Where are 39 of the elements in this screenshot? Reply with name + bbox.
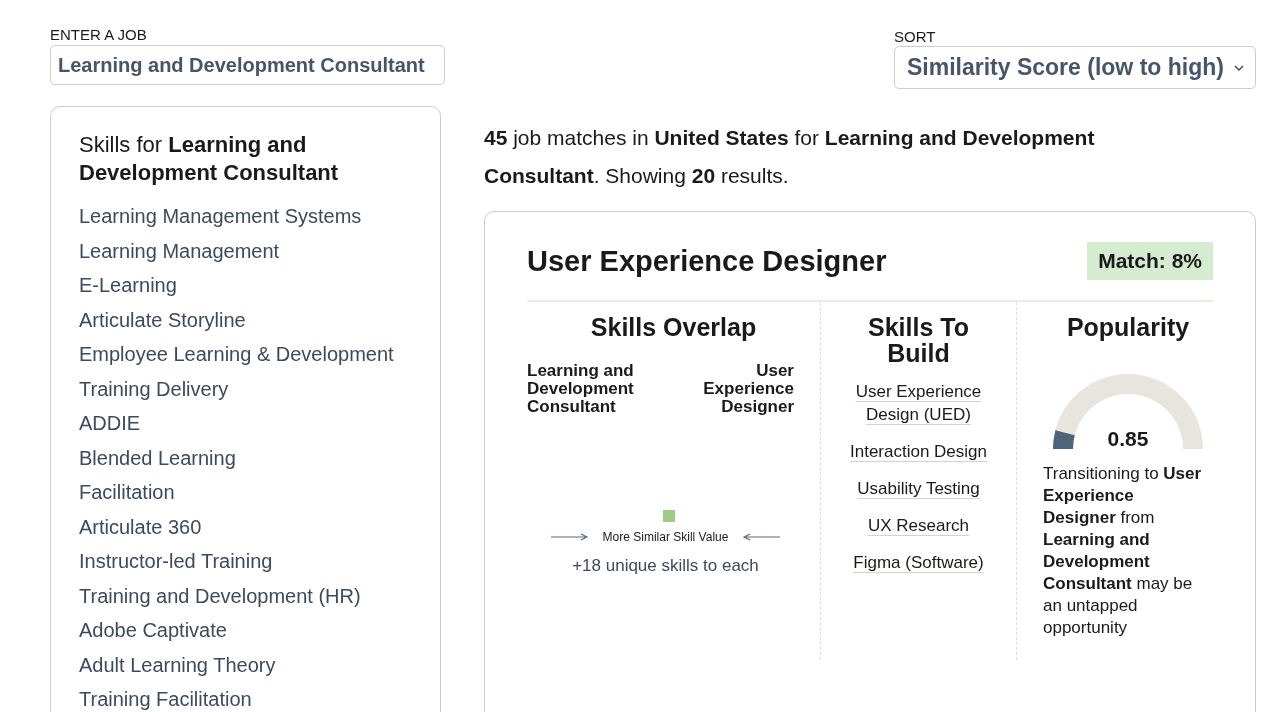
source-job-label: Learning and Development Consultant — [527, 362, 635, 416]
job-title: User Experience Designer — [527, 244, 887, 278]
skill-item: Training and Development (HR) — [79, 583, 362, 609]
sort-dropdown[interactable]: Similarity Score (low to high) — [894, 46, 1256, 89]
skills-panel-title: Skills for Learning and Development Consultant — [79, 131, 340, 187]
skills-overlap-heading: Skills Overlap — [589, 314, 758, 340]
skills-to-build-heading: Skills To Build — [867, 314, 970, 366]
target-job-label: User Experience Designer — [702, 362, 794, 416]
skill-item: Employee Learning & Development — [79, 342, 395, 367]
skill-item: Learning Management Systems — [79, 204, 363, 229]
skill-item: Articulate 360 — [79, 514, 203, 540]
skill-item: Adult Learning Theory — [79, 652, 277, 678]
skill-item: Articulate Storyline — [79, 307, 247, 333]
skill-item: Adobe Captivate — [79, 618, 228, 643]
skill-item: Blended Learning — [79, 445, 237, 471]
skill-link[interactable]: UX Research — [867, 514, 970, 537]
match-badge: Match: 8% — [1087, 242, 1213, 280]
skill-link[interactable]: User Experience Design (UED) — [848, 380, 989, 426]
sort-label: SORT — [894, 28, 937, 46]
axis-label: More Similar Skill Value — [602, 530, 729, 544]
skill-item: Facilitation — [79, 480, 176, 505]
skill-link[interactable]: Usability Testing — [857, 477, 980, 500]
skill-link[interactable]: Interaction Design — [850, 440, 987, 463]
popularity-description: Transitioning to User Experience Designer from Learning and Development Consultant may be an untapped opportunity — [1043, 463, 1203, 639]
unique-skills-count: +18 unique skills to each — [571, 556, 760, 576]
results-summary: 45 job matches in United States for Learning and Development Consultant. Showing 20 results. — [484, 125, 1096, 189]
skill-link[interactable]: Figma (Software) — [853, 551, 984, 574]
skill-item: Instructor-led Training — [79, 549, 274, 574]
skill-item: Learning Management — [79, 238, 281, 264]
overlap-marker — [662, 510, 675, 522]
job-field-label: ENTER A JOB — [50, 26, 148, 44]
skill-item: E-Learning — [79, 273, 178, 298]
skill-item: Training Facilitation — [79, 687, 253, 712]
popularity-score: 0.85 — [1106, 427, 1150, 451]
chevron-down-icon — [1233, 63, 1245, 72]
skill-item: Training Delivery — [79, 376, 230, 402]
job-input-field[interactable]: Learning and Development Consultant — [50, 45, 445, 85]
popularity-heading: Popularity — [1065, 314, 1191, 340]
skill-item: ADDIE — [79, 411, 142, 436]
